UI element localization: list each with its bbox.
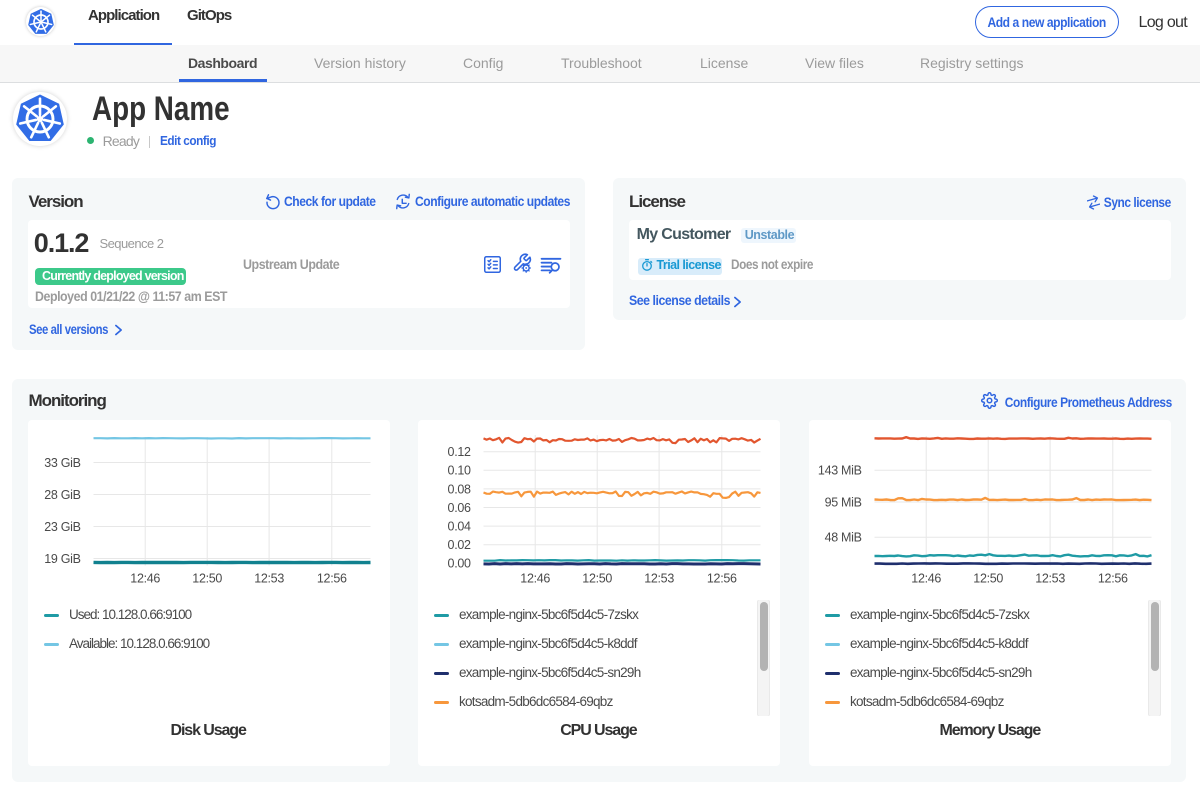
svg-text:12:50: 12:50 bbox=[582, 572, 612, 586]
svg-text:0.10: 0.10 bbox=[448, 464, 471, 478]
svg-text:12:46: 12:46 bbox=[520, 572, 550, 586]
svg-text:19 GiB: 19 GiB bbox=[44, 552, 80, 566]
svg-text:0.00: 0.00 bbox=[448, 557, 471, 571]
svg-text:12:56: 12:56 bbox=[317, 572, 347, 586]
svg-text:12:56: 12:56 bbox=[707, 572, 737, 586]
svg-text:12:46: 12:46 bbox=[130, 572, 160, 586]
svg-text:12:50: 12:50 bbox=[192, 572, 222, 586]
svg-text:12:53: 12:53 bbox=[254, 572, 284, 586]
svg-text:0.08: 0.08 bbox=[448, 482, 471, 496]
svg-text:12:56: 12:56 bbox=[1098, 572, 1128, 586]
svg-text:12:53: 12:53 bbox=[1035, 572, 1065, 586]
svg-text:12:50: 12:50 bbox=[973, 572, 1003, 586]
svg-text:48 MiB: 48 MiB bbox=[825, 531, 862, 545]
svg-text:12:53: 12:53 bbox=[644, 572, 674, 586]
svg-text:28 GiB: 28 GiB bbox=[44, 488, 80, 502]
svg-text:33 GiB: 33 GiB bbox=[44, 456, 80, 470]
svg-text:12:46: 12:46 bbox=[911, 572, 941, 586]
svg-text:143 MiB: 143 MiB bbox=[818, 464, 862, 478]
svg-text:0.04: 0.04 bbox=[448, 520, 471, 534]
svg-text:0.02: 0.02 bbox=[448, 538, 471, 552]
svg-text:23 GiB: 23 GiB bbox=[44, 520, 80, 534]
svg-text:0.06: 0.06 bbox=[448, 501, 471, 515]
svg-text:95 MiB: 95 MiB bbox=[825, 495, 862, 509]
svg-text:0.12: 0.12 bbox=[448, 445, 471, 459]
